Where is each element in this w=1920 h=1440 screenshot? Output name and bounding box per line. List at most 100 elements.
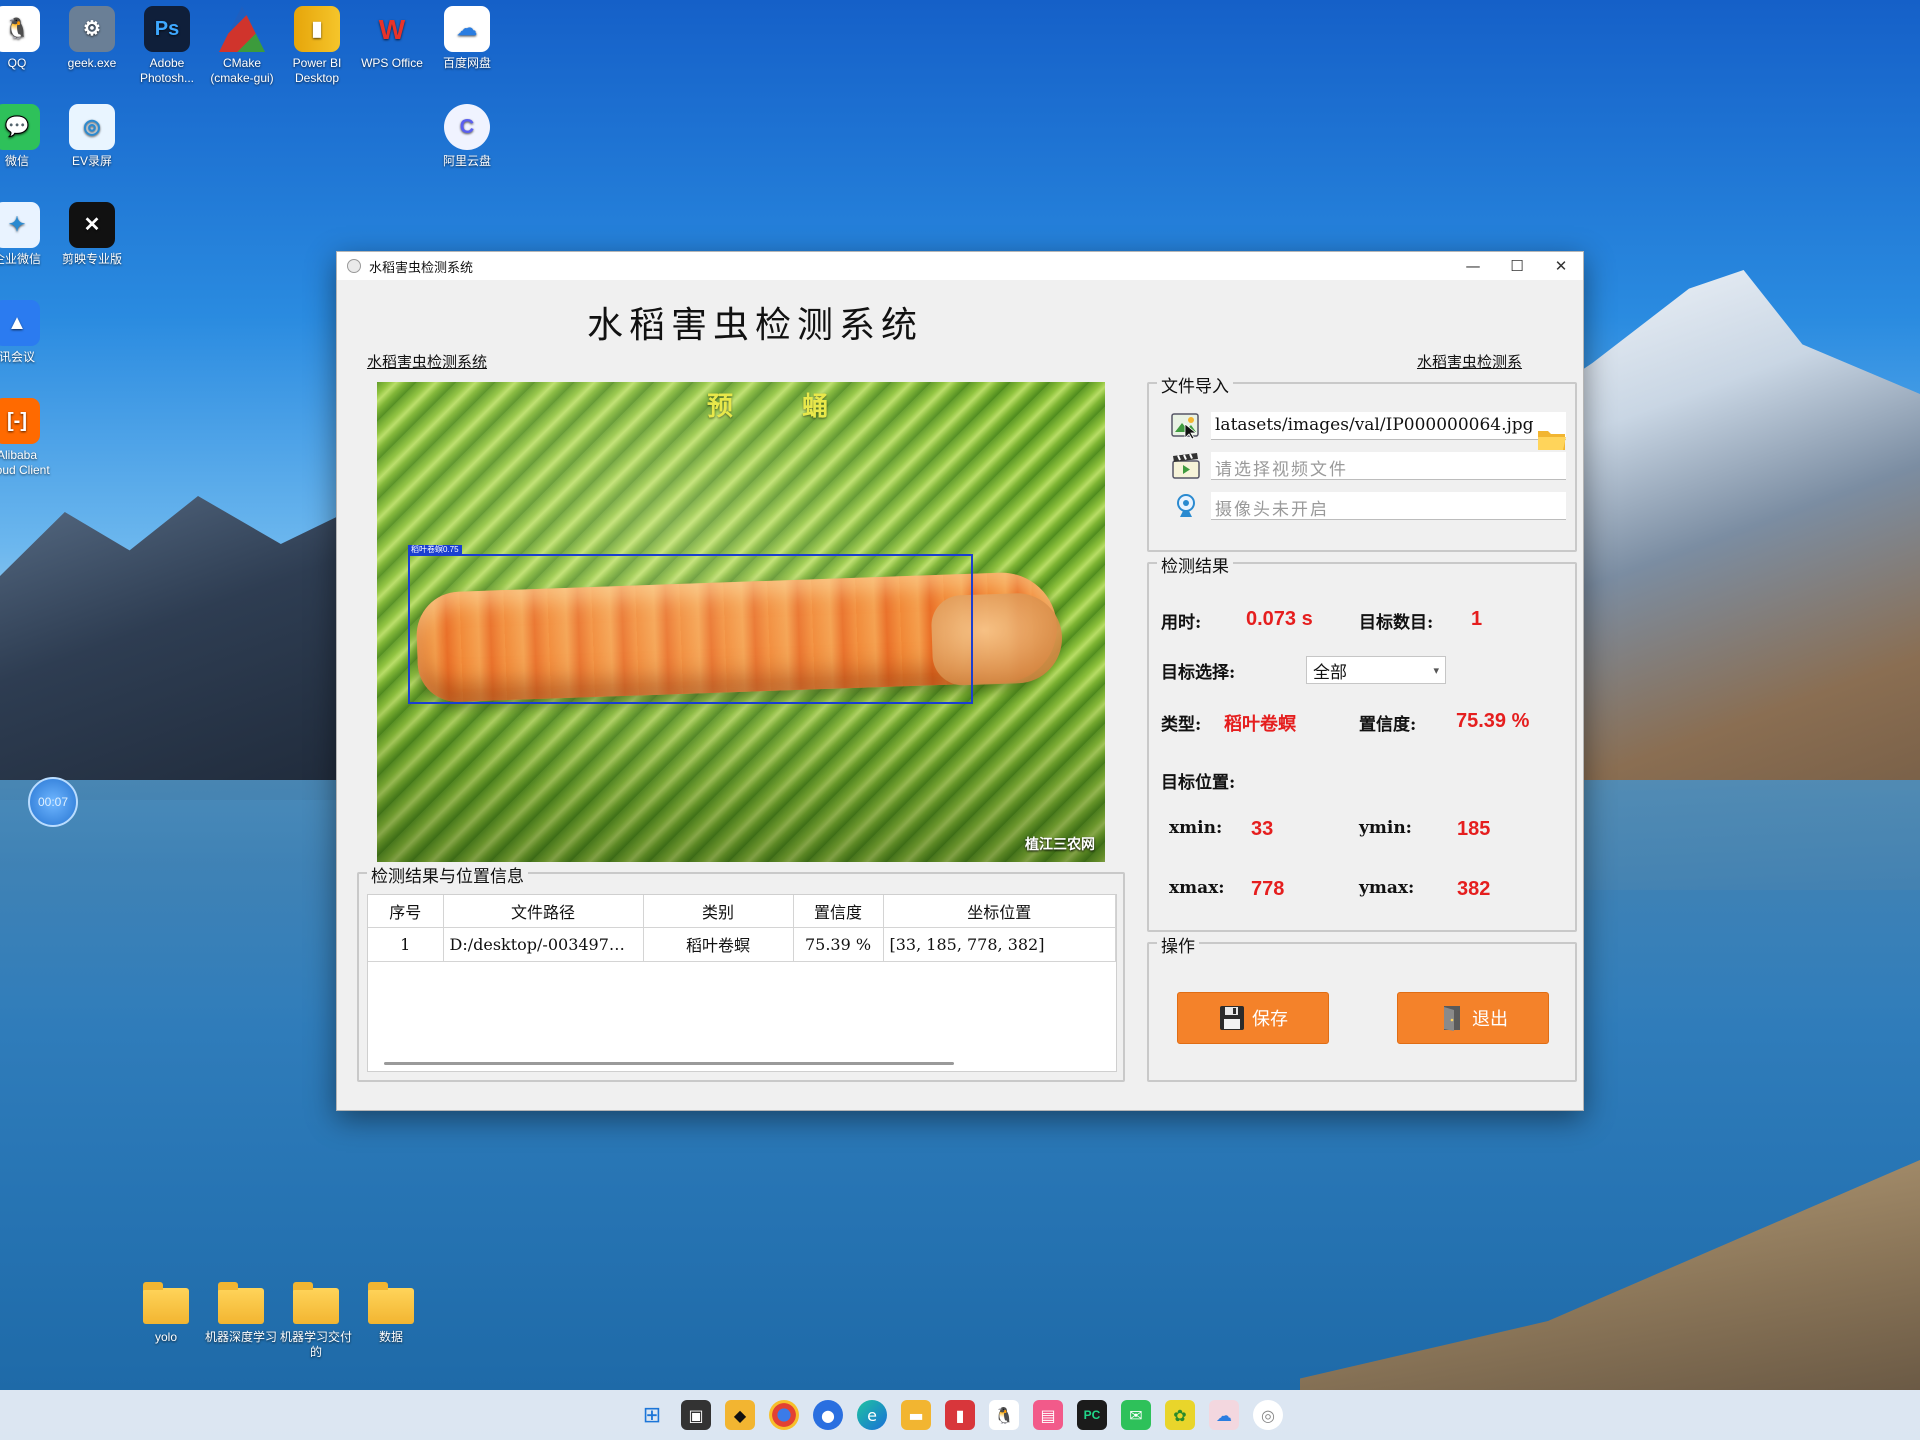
image-file-row[interactable]: latasets/images/val/IP000000064.jpg (1171, 411, 1566, 441)
operations-group: 操作 保存 退出 (1147, 932, 1577, 1082)
desktop-icon-wps[interactable]: W WPS Office (355, 6, 429, 71)
header-link-left[interactable]: 水稻害虫检测系统 (367, 351, 487, 372)
desktop-folder-label: 数据 (378, 1330, 403, 1344)
pycharm-icon[interactable]: PC (1077, 1400, 1107, 1430)
app-green-icon[interactable]: ✿ (1165, 1400, 1195, 1430)
browser-icon[interactable]: ● (813, 1400, 843, 1430)
column-header-confidence[interactable]: 置信度 (793, 895, 884, 928)
minimize-button[interactable]: — (1451, 252, 1495, 280)
desktop-icon-ev[interactable]: ◎ EV录屏 (55, 104, 129, 169)
desktop-icon-tencent-meeting[interactable]: ▲ 讯会议 (0, 300, 54, 365)
results-table[interactable]: 序号 文件路径 类别 置信度 坐标位置 1 D:/desktop/-003497… (367, 894, 1117, 1072)
recording-timer[interactable]: 00:07 (28, 777, 78, 827)
wework-icon: ✦ (0, 202, 40, 248)
column-header-index[interactable]: 序号 (368, 895, 444, 928)
desktop-folder-label: yolo (154, 1330, 177, 1344)
column-header-file-path[interactable]: 文件路径 (443, 895, 644, 928)
desktop-icon-geek[interactable]: ⚙ geek.exe (55, 6, 129, 71)
photoshop-icon: Ps (144, 6, 190, 52)
desktop-icon-label: Alibaba Cloud Client (0, 448, 50, 477)
camera-row[interactable]: 摄像头未开启 (1171, 491, 1566, 521)
desktop-folder-deep-learning[interactable]: 机器深度学习 (204, 1280, 278, 1345)
table-row[interactable]: 1 D:/desktop/-003497… 稻叶卷螟 75.39 % [33, … (368, 927, 1116, 962)
folder-icon (143, 1282, 189, 1324)
desktop-icon-qq[interactable]: 🐧 QQ (0, 6, 54, 71)
cell-index: 1 (368, 927, 444, 962)
wallpaper-mountain-left (0, 496, 360, 800)
chrome-icon[interactable] (769, 1400, 799, 1430)
wechat-taskbar-icon[interactable]: ✉ (1121, 1400, 1151, 1430)
meeting-icon: ▲ (0, 300, 40, 346)
time-label: 用时: (1161, 613, 1202, 633)
desktop-icon-powerbi[interactable]: ▮ Power BI Desktop (280, 6, 354, 86)
shield-icon[interactable]: ◆ (725, 1400, 755, 1430)
image-path-field[interactable]: latasets/images/val/IP000000064.jpg (1211, 412, 1566, 440)
app-active-icon[interactable]: ◎ (1253, 1400, 1283, 1430)
image-watermark: 植江三农网 (1025, 837, 1095, 853)
desktop-folder-yolo[interactable]: yolo (129, 1280, 203, 1345)
window-titlebar[interactable]: 水稻害虫检测系统 — ☐ ✕ (337, 252, 1583, 280)
desktop-icon-cmake[interactable]: CMake (cmake-gui) (205, 6, 279, 86)
close-button[interactable]: ✕ (1539, 252, 1583, 280)
maximize-button[interactable]: ☐ (1495, 252, 1539, 280)
door-exit-icon (1438, 1004, 1466, 1032)
exit-button[interactable]: 退出 (1397, 992, 1549, 1044)
exit-button-label: 退出 (1472, 1009, 1508, 1030)
detection-image: 预 蛹 稻叶卷螟0.75 植江三农网 (377, 382, 1105, 862)
video-icon[interactable] (1171, 452, 1201, 480)
save-button[interactable]: 保存 (1177, 992, 1329, 1044)
wps-icon: W (378, 13, 406, 45)
target-select-label: 目标选择: (1161, 663, 1236, 683)
floppy-disk-icon (1218, 1004, 1246, 1032)
desktop-icon-capcut[interactable]: ✕ 剪映专业版 (55, 202, 129, 267)
desktop-folder-label: 机器深度学习 (204, 1330, 277, 1344)
ymin-value: 185 (1457, 818, 1491, 840)
qq-taskbar-icon[interactable]: 🐧 (989, 1400, 1019, 1430)
column-header-class[interactable]: 类别 (643, 895, 794, 928)
app-red-icon[interactable]: ▮ (945, 1400, 975, 1430)
confidence-value: 75.39 % (1456, 710, 1530, 732)
desktop-icon-wework[interactable]: ✦ 企业微信 (0, 202, 54, 267)
desktop-icon-baidu-netdisk[interactable]: ☁ 百度网盘 (430, 6, 504, 71)
taskbar: ⊞ ▣ ◆ ● e ▬ ▮ 🐧 ▤ PC ✉ ✿ ☁ ◎ (0, 1390, 1920, 1440)
camera-status-field[interactable]: 摄像头未开启 (1211, 492, 1566, 520)
file-explorer-icon[interactable]: ▬ (901, 1400, 931, 1430)
edge-icon[interactable]: e (857, 1400, 887, 1430)
desktop-icon-label: 讯会议 (0, 350, 35, 364)
video-file-field[interactable]: 请选择视频文件 (1211, 452, 1566, 480)
window-title: 水稻害虫检测系统 (369, 259, 474, 275)
desktop-icon-alibaba-cloud[interactable]: [-] Alibaba Cloud Client (0, 398, 54, 478)
qq-icon: 🐧 (0, 6, 40, 52)
app-window: 水稻害虫检测系统 — ☐ ✕ 水稻害虫检测系统 水稻害虫检测系统 水稻害虫检测系… (336, 251, 1584, 1111)
video-file-row[interactable]: 请选择视频文件 (1171, 451, 1566, 481)
desktop-icon-label: EV录屏 (71, 154, 112, 168)
windows-start-icon[interactable]: ⊞ (637, 1400, 667, 1430)
task-view-icon[interactable]: ▣ (681, 1400, 711, 1430)
target-count-value: 1 (1471, 608, 1483, 630)
desktop-icon-label: geek.exe (67, 56, 117, 70)
desktop-folder-ml-delivery[interactable]: 机器学习交付的 (279, 1280, 353, 1360)
desktop-icon-wechat[interactable]: 💬 微信 (0, 104, 54, 169)
bilibili-icon[interactable]: ▤ (1033, 1400, 1063, 1430)
table-horizontal-scrollbar[interactable] (384, 1062, 954, 1065)
image-file-icon[interactable] (1171, 412, 1201, 440)
cell-confidence: 75.39 % (793, 927, 884, 962)
desktop-icon-aliyun-drive[interactable]: C 阿里云盘 (430, 104, 504, 169)
target-select[interactable]: 全部 ▾ (1306, 656, 1446, 684)
operations-title: 操作 (1157, 932, 1199, 957)
camera-icon[interactable] (1171, 492, 1201, 520)
wechat-icon: 💬 (0, 104, 40, 150)
desktop-folder-data[interactable]: 数据 (354, 1280, 428, 1345)
xmin-value: 33 (1251, 818, 1274, 840)
column-header-coordinates[interactable]: 坐标位置 (883, 895, 1116, 928)
save-button-label: 保存 (1252, 1009, 1288, 1030)
results-table-group: 检测结果与位置信息 序号 文件路径 类别 置信度 坐标位置 1 D:/deskt… (357, 862, 1125, 1082)
image-caption: 预 蛹 (707, 392, 859, 422)
xmax-label: xmax: (1169, 878, 1225, 898)
results-table-title: 检测结果与位置信息 (367, 862, 528, 887)
desktop-icon-photoshop[interactable]: Ps Adobe Photosh... (130, 6, 204, 86)
cloud-taskbar-icon[interactable]: ☁ (1209, 1400, 1239, 1430)
header-link-right[interactable]: 水稻害虫检测系 (1417, 351, 1522, 372)
cell-file-path: D:/desktop/-003497… (443, 927, 644, 962)
open-folder-icon[interactable] (1536, 427, 1568, 453)
